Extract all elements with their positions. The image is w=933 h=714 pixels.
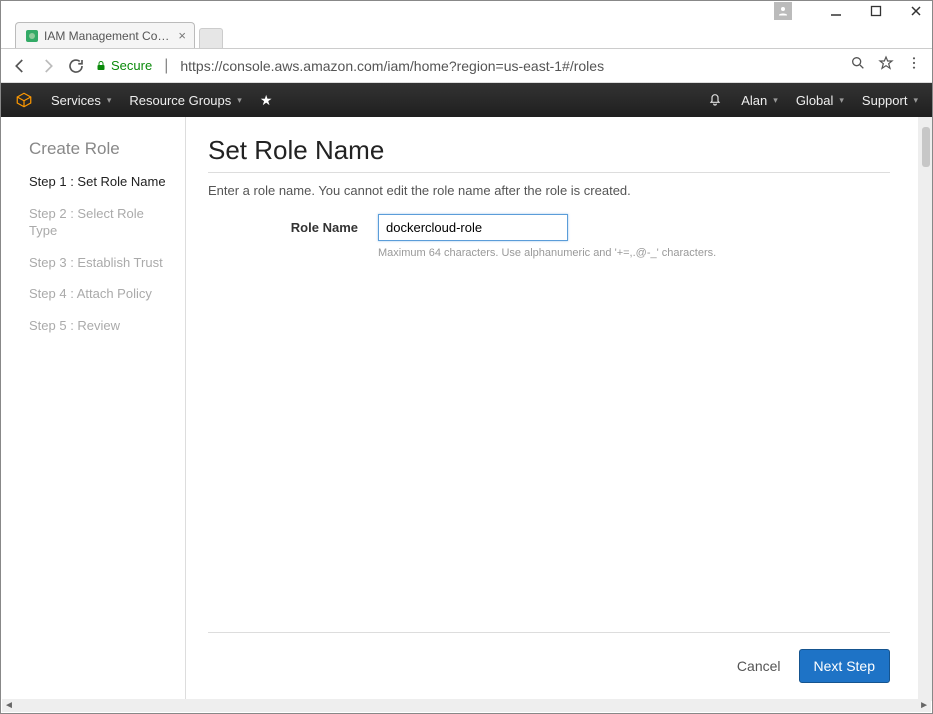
account-label: Alan xyxy=(741,93,767,108)
wizard-footer: Cancel Next Step xyxy=(208,632,890,701)
wizard-step-5[interactable]: Step 5 : Review xyxy=(29,317,185,335)
main-panel: Set Role Name Enter a role name. You can… xyxy=(186,117,918,701)
role-name-hint: Maximum 64 characters. Use alphanumeric … xyxy=(378,247,716,259)
resource-groups-menu[interactable]: Resource Groups ▾ xyxy=(129,93,241,108)
role-name-label: Role Name xyxy=(208,214,358,235)
browser-tab-strip: IAM Management Conso × xyxy=(1,21,932,49)
reload-button[interactable] xyxy=(67,57,85,75)
cancel-button[interactable]: Cancel xyxy=(737,658,781,674)
security-indicator[interactable]: Secure xyxy=(95,58,152,73)
resource-groups-label: Resource Groups xyxy=(129,93,231,108)
favicon-icon xyxy=(26,30,38,42)
url-separator: | xyxy=(164,57,168,75)
wizard-step-3[interactable]: Step 3 : Establish Trust xyxy=(29,254,185,272)
services-label: Services xyxy=(51,93,101,108)
minimize-button[interactable] xyxy=(828,3,844,19)
url-text[interactable]: https://console.aws.amazon.com/iam/home?… xyxy=(180,58,604,74)
browser-menu-icon[interactable] xyxy=(906,55,922,76)
tab-close-icon[interactable]: × xyxy=(178,28,186,43)
region-menu[interactable]: Global ▾ xyxy=(796,93,844,108)
wizard-step-4[interactable]: Step 4 : Attach Policy xyxy=(29,285,185,303)
scroll-thumb[interactable] xyxy=(922,127,930,167)
zoom-icon[interactable] xyxy=(850,55,866,76)
notifications-icon[interactable] xyxy=(707,91,723,110)
aws-logo-icon[interactable] xyxy=(15,91,33,109)
user-badge-icon xyxy=(774,2,792,20)
bookmark-star-icon[interactable] xyxy=(878,55,894,76)
scroll-left-icon[interactable]: ◄ xyxy=(4,700,14,711)
maximize-button[interactable] xyxy=(868,3,884,19)
chevron-down-icon: ▾ xyxy=(839,95,844,106)
role-name-row: Role Name Maximum 64 characters. Use alp… xyxy=(208,214,890,259)
close-window-button[interactable] xyxy=(908,3,924,19)
browser-toolbar: Secure | https://console.aws.amazon.com/… xyxy=(1,49,932,83)
account-menu[interactable]: Alan ▾ xyxy=(741,93,778,108)
window-titlebar xyxy=(1,1,932,21)
wizard-step-2[interactable]: Step 2 : Select Role Type xyxy=(29,205,185,240)
lock-icon xyxy=(95,60,107,72)
vertical-scrollbar[interactable] xyxy=(918,117,932,701)
forward-button[interactable] xyxy=(39,57,57,75)
support-menu[interactable]: Support ▾ xyxy=(862,93,918,108)
secure-label: Secure xyxy=(111,58,152,73)
chevron-down-icon: ▾ xyxy=(773,95,778,106)
services-menu[interactable]: Services ▾ xyxy=(51,93,111,108)
page-title: Set Role Name xyxy=(208,135,890,173)
browser-tab[interactable]: IAM Management Conso × xyxy=(15,22,195,48)
horizontal-scrollbar[interactable]: ◄ ► xyxy=(2,699,931,712)
region-label: Global xyxy=(796,93,834,108)
sidebar-heading: Create Role xyxy=(29,139,185,159)
app-body: Create Role Step 1 : Set Role Name Step … xyxy=(1,117,932,701)
support-label: Support xyxy=(862,93,908,108)
chevron-down-icon: ▾ xyxy=(913,95,918,106)
new-tab-button[interactable] xyxy=(199,28,223,48)
wizard-sidebar: Create Role Step 1 : Set Role Name Step … xyxy=(1,117,186,701)
tab-title: IAM Management Conso xyxy=(44,29,172,43)
back-button[interactable] xyxy=(11,57,29,75)
chevron-down-icon: ▾ xyxy=(237,95,242,106)
wizard-step-1[interactable]: Step 1 : Set Role Name xyxy=(29,173,185,191)
next-step-button[interactable]: Next Step xyxy=(799,649,890,683)
scroll-right-icon[interactable]: ► xyxy=(919,700,929,711)
role-name-input[interactable] xyxy=(378,214,568,241)
chevron-down-icon: ▾ xyxy=(107,95,112,106)
aws-header: Services ▾ Resource Groups ▾ ★ Alan ▾ Gl… xyxy=(1,83,932,117)
instruction-text: Enter a role name. You cannot edit the r… xyxy=(208,183,890,198)
pin-star-icon[interactable]: ★ xyxy=(260,92,273,109)
